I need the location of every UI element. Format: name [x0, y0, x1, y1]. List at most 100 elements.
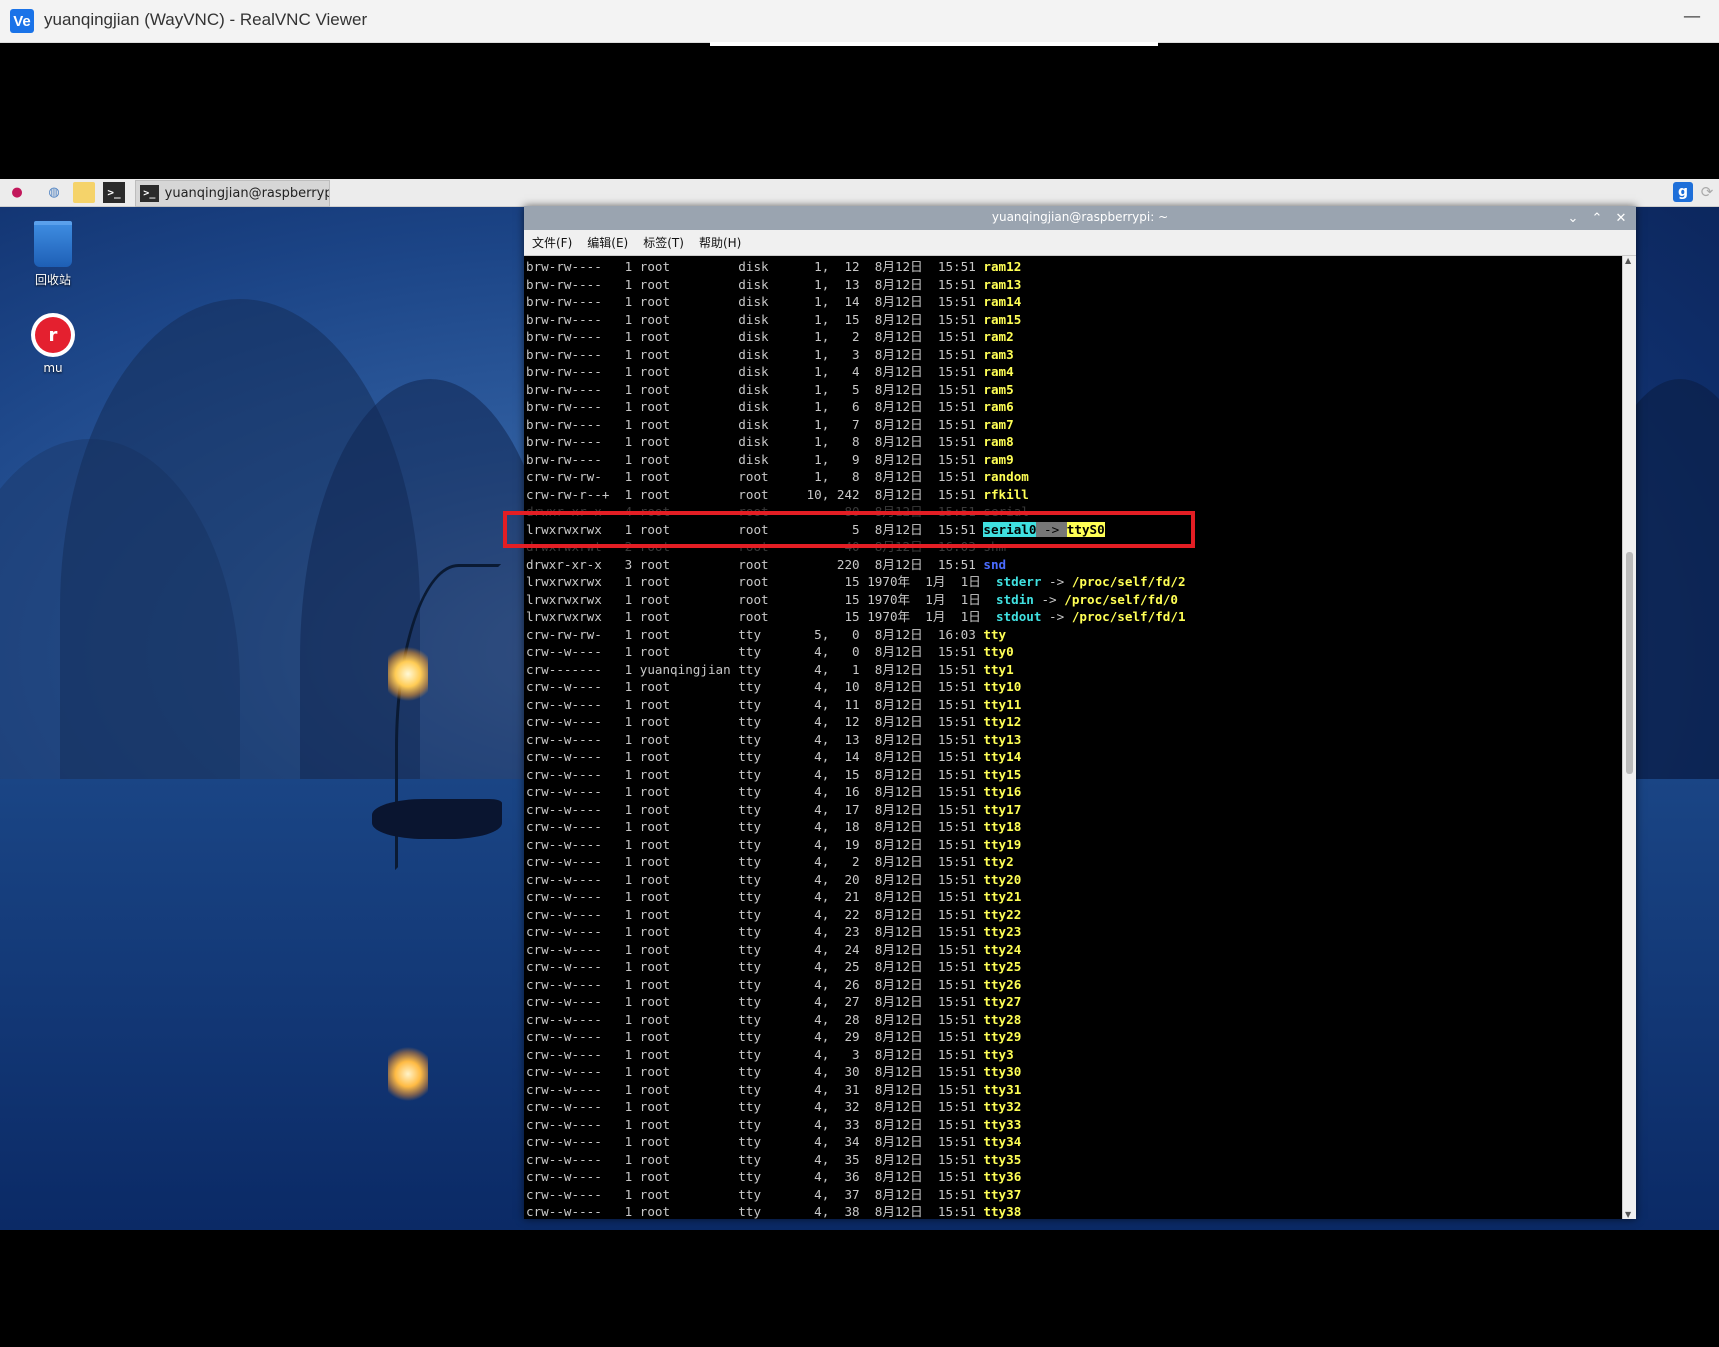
file-name: tty33 — [983, 1116, 1022, 1132]
terminal-line: crw--w---- 1 root tty 4, 36 8月12日 15:51 … — [526, 1166, 1021, 1184]
file-name: tty30 — [983, 1064, 1022, 1079]
file-meta: crw--w---- 1 root tty 4, 23 8月12日 15:51 — [526, 924, 984, 939]
file-name: tty29 — [983, 1029, 1022, 1044]
terminal-line: brw-rw---- 1 root disk 1, 4 8月12日 15:51 … — [526, 361, 1014, 379]
terminal-line: brw-rw---- 1 root disk 1, 2 8月12日 15:51 … — [526, 326, 1014, 344]
terminal-launcher-icon[interactable]: >_ — [103, 182, 125, 203]
file-name: tty0 — [983, 644, 1014, 659]
browser-icon[interactable]: ◍ — [43, 182, 65, 203]
g-tray-icon[interactable]: g — [1673, 182, 1693, 202]
file-meta: crw--w---- 1 root tty 4, 31 8月12日 15:51 — [526, 1081, 984, 1097]
file-manager-icon[interactable] — [73, 182, 95, 203]
terminal-line: crw--w---- 1 root tty 4, 26 8月12日 15:51 … — [526, 974, 1021, 992]
wallpaper-boat — [372, 799, 502, 839]
menu-help[interactable]: 帮助(H) — [699, 234, 741, 251]
scroll-down-icon[interactable]: ▼ — [1625, 1210, 1631, 1219]
file-meta: lrwxrwxrwx 1 root root 15 1970年 1月 1日 — [526, 574, 996, 589]
terminal-line: brw-rw---- 1 root disk 1, 3 8月12日 15:51 … — [526, 344, 1014, 362]
terminal-line: crw--w---- 1 root tty 4, 27 8月12日 15:51 … — [526, 991, 1021, 1009]
desktop-mu[interactable]: r mu — [8, 313, 98, 375]
mu-logo: r — [35, 317, 71, 353]
menu-file[interactable]: 文件(F) — [532, 234, 572, 251]
file-meta: crw--w---- 1 root tty 4, 3 8月12日 15:51 — [526, 1046, 984, 1062]
terminal-scrollbar[interactable]: ▲ ▼ — [1622, 256, 1636, 1219]
mu-label: mu — [43, 361, 63, 375]
file-name: tty37 — [983, 1186, 1022, 1202]
terminal-icon: >_ — [140, 185, 159, 202]
terminal-line: lrwxrwxrwx 1 root root 15 1970年 1月 1日 st… — [526, 589, 1178, 607]
terminal-line: drwxr-xr-x 3 root root 220 8月12日 15:51 s… — [526, 554, 1006, 572]
terminal-line: crw------- 1 yuanqingjian tty 4, 1 8月12日… — [526, 659, 1014, 677]
close-icon[interactable]: ✕ — [1612, 208, 1630, 228]
terminal-line: lrwxrwxrwx 1 root root 15 1970年 1月 1日 st… — [526, 606, 1186, 624]
symlink-target: /proc/self/fd/2 — [1071, 574, 1186, 589]
file-meta: crw--w---- 1 root tty 4, 15 8月12日 15:51 — [526, 766, 984, 782]
file-name: tty10 — [983, 679, 1022, 694]
file-meta: crw-rw-rw- 1 root tty 5, 0 8月12日 16:03 — [526, 626, 984, 642]
file-meta: crw--w---- 1 root tty 4, 19 8月12日 15:51 — [526, 836, 984, 852]
file-meta: crw--w---- 1 root tty 4, 37 8月12日 15:51 — [526, 1186, 984, 1202]
file-meta: crw--w---- 1 root tty 4, 25 8月12日 15:51 — [526, 959, 984, 974]
symlink-arrow: -> — [1033, 591, 1065, 607]
terminal-line: crw--w---- 1 root tty 4, 2 8月12日 15:51 t… — [526, 851, 1014, 869]
terminal-line: crw--w---- 1 root tty 4, 34 8月12日 15:51 … — [526, 1131, 1021, 1149]
scrollbar-thumb[interactable] — [1626, 552, 1633, 774]
terminal-output[interactable]: brw-rw---- 1 root disk 1, 12 8月12日 15:51… — [524, 256, 1621, 1219]
raspberry-menu-icon[interactable]: ● — [6, 182, 28, 203]
chevron-up-icon[interactable]: ⌃ — [1588, 208, 1606, 228]
symlink-arrow: -> — [1041, 574, 1072, 589]
terminal-line: crw--w---- 1 root tty 4, 38 8月12日 15:51 … — [526, 1201, 1021, 1219]
file-meta: crw--w---- 1 root tty 4, 17 8月12日 15:51 — [526, 801, 984, 817]
file-meta: lrwxrwxrwx 1 root root 15 1970年 1月 1日 — [526, 591, 996, 607]
vnc-titlebar: Ve yuanqingjian (WayVNC) - RealVNC Viewe… — [0, 0, 1719, 43]
trash-icon — [34, 221, 72, 267]
file-meta: crw--w---- 1 root tty 4, 29 8月12日 15:51 — [526, 1029, 984, 1044]
file-meta: lrwxrwxrwx 1 root root 15 1970年 1月 1日 — [526, 609, 996, 624]
scroll-up-icon[interactable]: ▲ — [1625, 256, 1631, 265]
terminal-titlebar[interactable]: yuanqingjian@raspberrypi: ~ ⌄ ⌃ ✕ — [524, 206, 1636, 230]
file-name: tty15 — [983, 766, 1022, 782]
symlink-arrow: -> — [1041, 609, 1072, 624]
terminal-line: brw-rw---- 1 root disk 1, 7 8月12日 15:51 … — [526, 414, 1014, 432]
file-name: stderr — [995, 574, 1042, 589]
sync-tray-icon[interactable]: ⟳ — [1697, 182, 1717, 202]
menu-edit[interactable]: 编辑(E) — [587, 234, 628, 251]
wallpaper-lantern-reflection — [388, 1044, 428, 1104]
vnc-toolbar-tab[interactable] — [710, 42, 1158, 46]
terminal-line: crw--w---- 1 root tty 4, 13 8月12日 15:51 … — [526, 729, 1021, 747]
file-name: ram7 — [983, 416, 1014, 432]
terminal-line: brw-rw---- 1 root disk 1, 15 8月12日 15:51… — [526, 309, 1021, 327]
desktop-trash[interactable]: 回收站 — [8, 221, 98, 288]
file-name: tty24 — [983, 941, 1022, 957]
terminal-line: crw--w---- 1 root tty 4, 29 8月12日 15:51 … — [526, 1026, 1021, 1044]
file-meta: brw-rw---- 1 root disk 1, 15 8月12日 15:51 — [526, 311, 984, 327]
menu-tabs[interactable]: 标签(T) — [643, 234, 684, 251]
terminal-line: crw--w---- 1 root tty 4, 15 8月12日 15:51 … — [526, 764, 1021, 782]
file-meta: crw--w---- 1 root tty 4, 34 8月12日 15:51 — [526, 1134, 984, 1149]
terminal-line: brw-rw---- 1 root disk 1, 14 8月12日 15:51… — [526, 291, 1021, 309]
terminal-line: crw--w---- 1 root tty 4, 20 8月12日 15:51 … — [526, 869, 1021, 887]
pi-taskbar: ● ◍ >_ >_ yuanqingjian@raspberryp.. g ⟳ — [0, 179, 1719, 207]
file-meta: crw--w---- 1 root tty 4, 32 8月12日 15:51 — [526, 1099, 984, 1114]
terminal-line: crw--w---- 1 root tty 4, 3 8月12日 15:51 t… — [526, 1044, 1014, 1062]
chevron-down-icon[interactable]: ⌄ — [1564, 208, 1582, 228]
file-name: tty21 — [983, 889, 1022, 904]
file-name: tty14 — [983, 749, 1022, 764]
file-meta: crw--w---- 1 root tty 4, 14 8月12日 15:51 — [526, 749, 984, 764]
file-meta: crw--w---- 1 root tty 4, 33 8月12日 15:51 — [526, 1116, 984, 1132]
terminal-line: brw-rw---- 1 root disk 1, 9 8月12日 15:51 … — [526, 449, 1014, 467]
file-name: rfkill — [983, 486, 1029, 502]
file-name: tty38 — [983, 1204, 1022, 1219]
taskbar-task-terminal[interactable]: >_ yuanqingjian@raspberryp.. — [135, 180, 330, 207]
file-name: tty28 — [983, 1011, 1022, 1027]
file-meta: brw-rw---- 1 root disk 1, 2 8月12日 15:51 — [526, 329, 984, 344]
file-meta: crw--w---- 1 root tty 4, 16 8月12日 15:51 — [526, 784, 984, 799]
terminal-line: crw--w---- 1 root tty 4, 10 8月12日 15:51 … — [526, 676, 1021, 694]
file-meta: crw--w---- 1 root tty 4, 20 8月12日 15:51 — [526, 871, 984, 887]
terminal-line: crw--w---- 1 root tty 4, 24 8月12日 15:51 … — [526, 939, 1021, 957]
file-meta: crw--w---- 1 root tty 4, 24 8月12日 15:51 — [526, 941, 984, 957]
file-meta: brw-rw---- 1 root disk 1, 5 8月12日 15:51 — [526, 381, 984, 397]
highlight-annotation-box — [503, 511, 1195, 548]
terminal-line: crw--w---- 1 root tty 4, 19 8月12日 15:51 … — [526, 834, 1021, 852]
minimize-button[interactable]: — — [1683, 6, 1701, 27]
